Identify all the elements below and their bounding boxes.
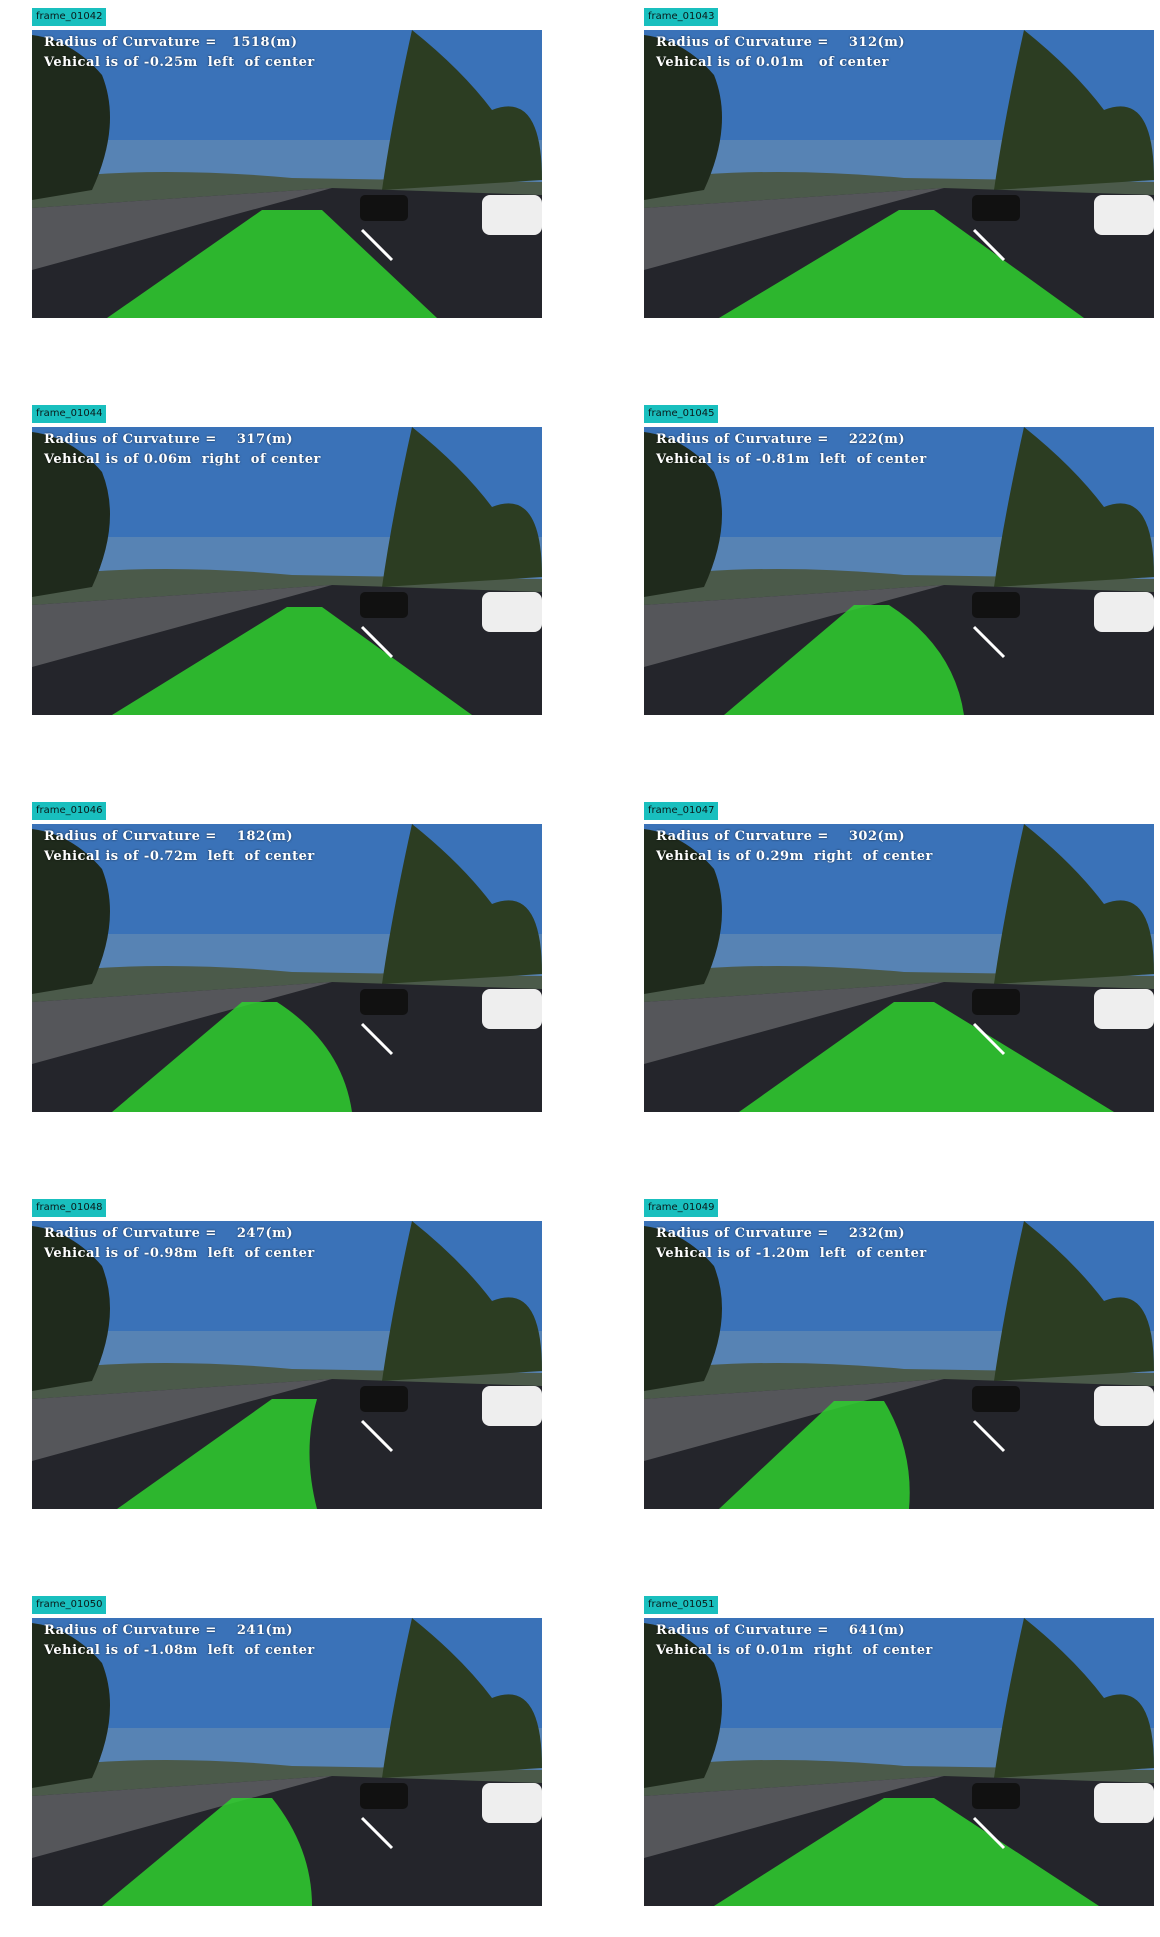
frame-label: frame_01051: [644, 1596, 719, 1614]
curvature-text: Radius of Curvature = 317(m): [44, 432, 294, 447]
road-image: Radius of Curvature = 1518(m) Vehical is…: [32, 30, 542, 318]
offset-text: Vehical is of -0.98m left of center: [44, 1246, 315, 1261]
frame-panel: frame_01043 Radius of Curvature = 312(m)…: [644, 8, 1154, 320]
frame-label: frame_01049: [644, 1199, 719, 1217]
offset-text: Vehical is of 0.01m of center: [656, 55, 889, 70]
road-scene: [32, 30, 542, 318]
frame-panel: frame_01046 Radius of Curvature = 182(m)…: [32, 802, 542, 1114]
curvature-text: Radius of Curvature = 302(m): [656, 829, 906, 844]
road-scene: [644, 1221, 1154, 1509]
frame-panel: frame_01047 Radius of Curvature = 302(m)…: [644, 802, 1154, 1114]
frame-panel: frame_01044 Radius of Curvature = 317(m)…: [32, 405, 542, 717]
frame-panel: frame_01049 Radius of Curvature = 232(m)…: [644, 1199, 1154, 1511]
curvature-text: Radius of Curvature = 241(m): [44, 1623, 294, 1638]
road-scene: [644, 824, 1154, 1112]
road-image: Radius of Curvature = 232(m) Vehical is …: [644, 1221, 1154, 1509]
road-image: Radius of Curvature = 302(m) Vehical is …: [644, 824, 1154, 1112]
curvature-text: Radius of Curvature = 182(m): [44, 829, 294, 844]
road-image: Radius of Curvature = 317(m) Vehical is …: [32, 427, 542, 715]
frame-panel: frame_01050 Radius of Curvature = 241(m)…: [32, 1596, 542, 1908]
offset-text: Vehical is of -1.08m left of center: [44, 1643, 315, 1658]
road-scene: [644, 30, 1154, 318]
frame-label: frame_01046: [32, 802, 107, 820]
offset-text: Vehical is of 0.29m right of center: [656, 849, 933, 864]
road-scene: [32, 427, 542, 715]
frame-label: frame_01045: [644, 405, 719, 423]
offset-text: Vehical is of 0.01m right of center: [656, 1643, 933, 1658]
offset-text: Vehical is of -0.25m left of center: [44, 55, 315, 70]
curvature-text: Radius of Curvature = 312(m): [656, 35, 906, 50]
curvature-text: Radius of Curvature = 232(m): [656, 1226, 906, 1241]
frame-label: frame_01042: [32, 8, 107, 26]
curvature-text: Radius of Curvature = 247(m): [44, 1226, 294, 1241]
road-image: Radius of Curvature = 247(m) Vehical is …: [32, 1221, 542, 1509]
frame-label: frame_01048: [32, 1199, 107, 1217]
frame-panel: frame_01051 Radius of Curvature = 641(m)…: [644, 1596, 1154, 1908]
frame-label: frame_01044: [32, 405, 107, 423]
frame-label: frame_01043: [644, 8, 719, 26]
road-image: Radius of Curvature = 182(m) Vehical is …: [32, 824, 542, 1112]
road-scene: [32, 1618, 542, 1906]
offset-text: Vehical is of 0.06m right of center: [44, 452, 321, 467]
frame-panel: frame_01045 Radius of Curvature = 222(m)…: [644, 405, 1154, 717]
curvature-text: Radius of Curvature = 1518(m): [44, 35, 298, 50]
curvature-text: Radius of Curvature = 641(m): [656, 1623, 906, 1638]
frame-panel: frame_01048 Radius of Curvature = 247(m)…: [32, 1199, 542, 1511]
road-image: Radius of Curvature = 312(m) Vehical is …: [644, 30, 1154, 318]
frame-panel: frame_01042 Radius of Curvature = 1518(m…: [32, 8, 542, 320]
road-image: Radius of Curvature = 241(m) Vehical is …: [32, 1618, 542, 1906]
road-image: Radius of Curvature = 222(m) Vehical is …: [644, 427, 1154, 715]
curvature-text: Radius of Curvature = 222(m): [656, 432, 906, 447]
frame-label: frame_01047: [644, 802, 719, 820]
road-scene: [32, 1221, 542, 1509]
offset-text: Vehical is of -0.81m left of center: [656, 452, 927, 467]
road-scene: [644, 427, 1154, 715]
offset-text: Vehical is of -1.20m left of center: [656, 1246, 927, 1261]
road-image: Radius of Curvature = 641(m) Vehical is …: [644, 1618, 1154, 1906]
offset-text: Vehical is of -0.72m left of center: [44, 849, 315, 864]
frame-label: frame_01050: [32, 1596, 107, 1614]
road-scene: [32, 824, 542, 1112]
road-scene: [644, 1618, 1154, 1906]
